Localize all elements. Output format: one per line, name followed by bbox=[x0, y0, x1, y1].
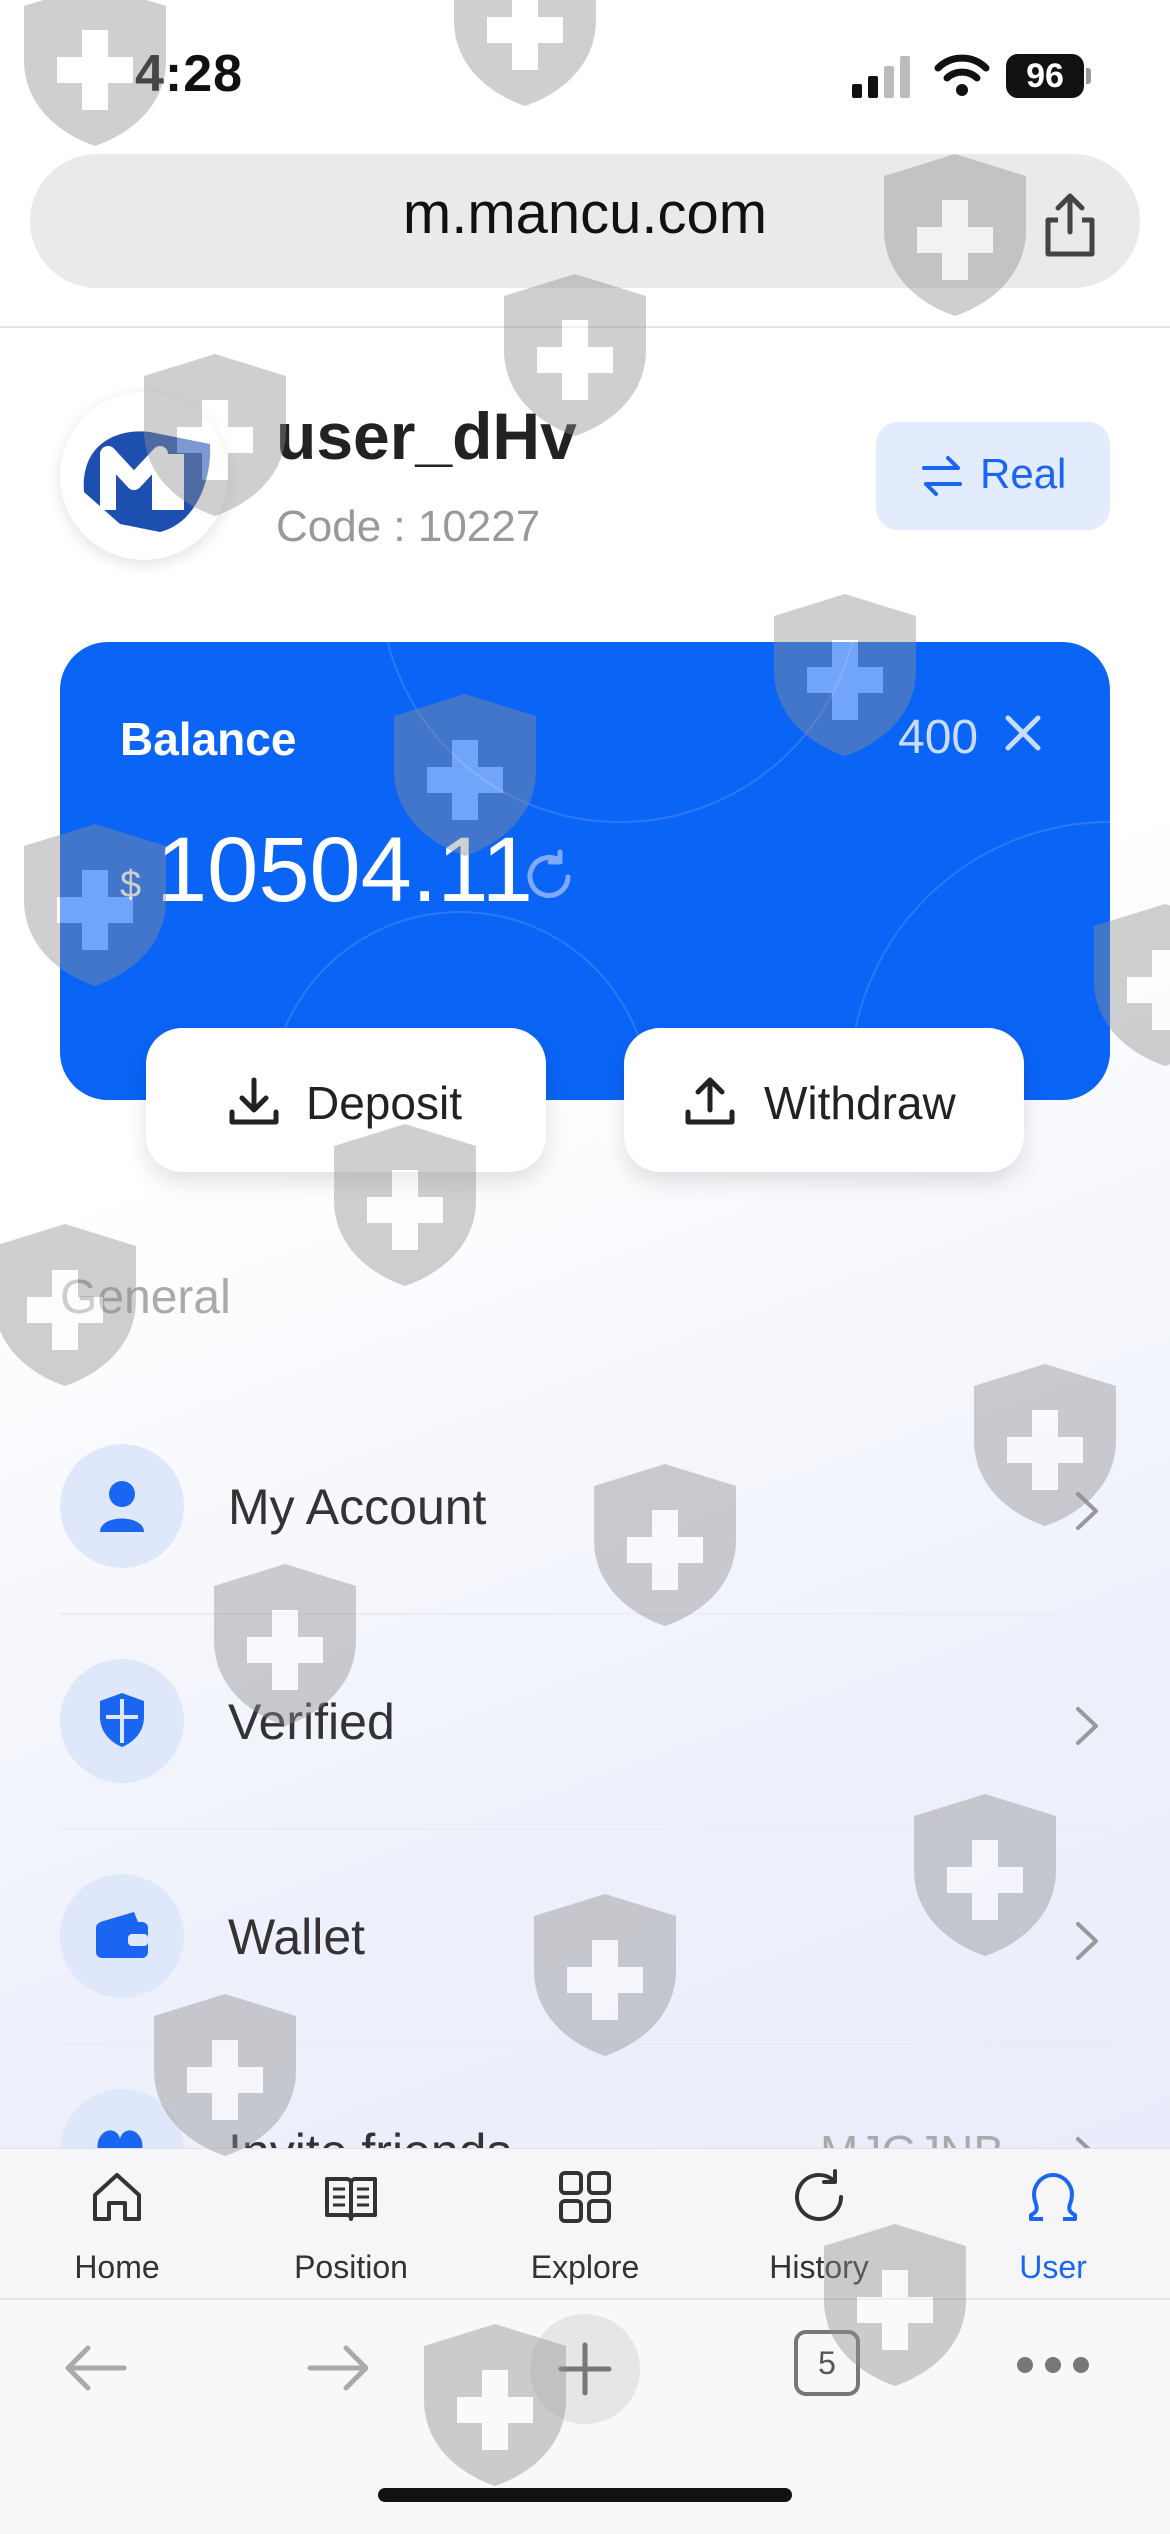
chevron-right-icon bbox=[1076, 1922, 1098, 1960]
brand-logo-icon bbox=[83, 431, 211, 532]
watermark-shield-icon bbox=[454, 0, 596, 106]
tab-count-button[interactable]: 5 bbox=[794, 2330, 860, 2396]
account-mode-button[interactable]: Real bbox=[876, 422, 1110, 530]
currency-symbol: $ bbox=[120, 864, 142, 906]
grid-icon bbox=[559, 2171, 611, 2223]
tab-position[interactable]: Position bbox=[234, 2149, 468, 2299]
balance-amount: 10504.11 bbox=[156, 819, 533, 921]
tab-label: History bbox=[769, 2249, 869, 2285]
menu-item-my-account[interactable]: My Account bbox=[60, 1400, 1110, 1615]
wifi-icon bbox=[934, 54, 990, 96]
plus-icon bbox=[558, 2342, 612, 2396]
balance-label: Balance bbox=[120, 713, 297, 765]
tab-label: Explore bbox=[530, 2249, 640, 2285]
leverage-multiplier: 400 bbox=[898, 711, 979, 764]
person-icon bbox=[100, 1481, 144, 1532]
tab-history[interactable]: History bbox=[702, 2149, 936, 2299]
upload-icon bbox=[685, 1077, 735, 1125]
back-arrow-icon[interactable] bbox=[60, 2340, 130, 2396]
shield-icon bbox=[100, 1693, 144, 1747]
home-icon bbox=[93, 2173, 141, 2221]
withdraw-label: Withdraw bbox=[764, 1077, 956, 1129]
menu-item-verified[interactable]: Verified bbox=[60, 1615, 1110, 1830]
book-icon bbox=[325, 2177, 377, 2221]
account-mode-label: Real bbox=[980, 450, 1067, 497]
bottom-tab-bar: Home Position Explore History User bbox=[0, 2148, 1170, 2299]
menu-item-label: Wallet bbox=[228, 1909, 366, 1965]
menu-icon-background bbox=[60, 1444, 184, 1568]
refresh-balance-icon[interactable] bbox=[520, 848, 578, 906]
refresh-icon bbox=[795, 2169, 843, 2221]
withdraw-button[interactable]: Withdraw bbox=[624, 1028, 1024, 1172]
user-code: Code : 10227 bbox=[276, 502, 541, 551]
deposit-label: Deposit bbox=[306, 1077, 462, 1129]
status-time: 4:28 bbox=[135, 45, 244, 103]
username: user_dHv bbox=[276, 399, 577, 473]
chevron-right-icon bbox=[1076, 1707, 1098, 1745]
battery-tip bbox=[1086, 68, 1091, 84]
new-tab-button[interactable] bbox=[530, 2314, 640, 2424]
forward-arrow-icon[interactable] bbox=[304, 2340, 374, 2396]
home-indicator bbox=[378, 2488, 792, 2502]
url-text[interactable]: m.mancu.com bbox=[0, 180, 1170, 247]
battery-indicator: 96 bbox=[1006, 54, 1084, 98]
menu-item-wallet[interactable]: Wallet bbox=[60, 1830, 1110, 2045]
menu-item-label: Verified bbox=[228, 1694, 395, 1750]
avatar[interactable] bbox=[60, 392, 228, 560]
multiplier-x-icon bbox=[1005, 715, 1041, 751]
section-title-general: General bbox=[60, 1271, 231, 1324]
menu-icon-background bbox=[60, 1659, 184, 1783]
user-icon bbox=[1029, 2173, 1077, 2221]
share-icon[interactable] bbox=[1040, 190, 1100, 260]
download-icon bbox=[229, 1077, 279, 1125]
menu-item-label: My Account bbox=[228, 1479, 487, 1535]
tab-label: Position bbox=[294, 2249, 408, 2285]
swap-icon bbox=[922, 456, 962, 496]
signal-icon bbox=[852, 56, 910, 98]
more-options-icon[interactable] bbox=[1016, 2356, 1090, 2374]
tab-user[interactable]: User bbox=[936, 2149, 1170, 2299]
deposit-button[interactable]: Deposit bbox=[146, 1028, 546, 1172]
chevron-right-icon bbox=[1076, 1492, 1098, 1530]
menu-icon-background bbox=[60, 1874, 184, 1998]
tab-label: User bbox=[1019, 2249, 1087, 2285]
tab-explore[interactable]: Explore bbox=[468, 2149, 702, 2299]
tab-home[interactable]: Home bbox=[0, 2149, 234, 2299]
tab-label: Home bbox=[74, 2249, 160, 2285]
wallet-icon bbox=[96, 1912, 148, 1958]
